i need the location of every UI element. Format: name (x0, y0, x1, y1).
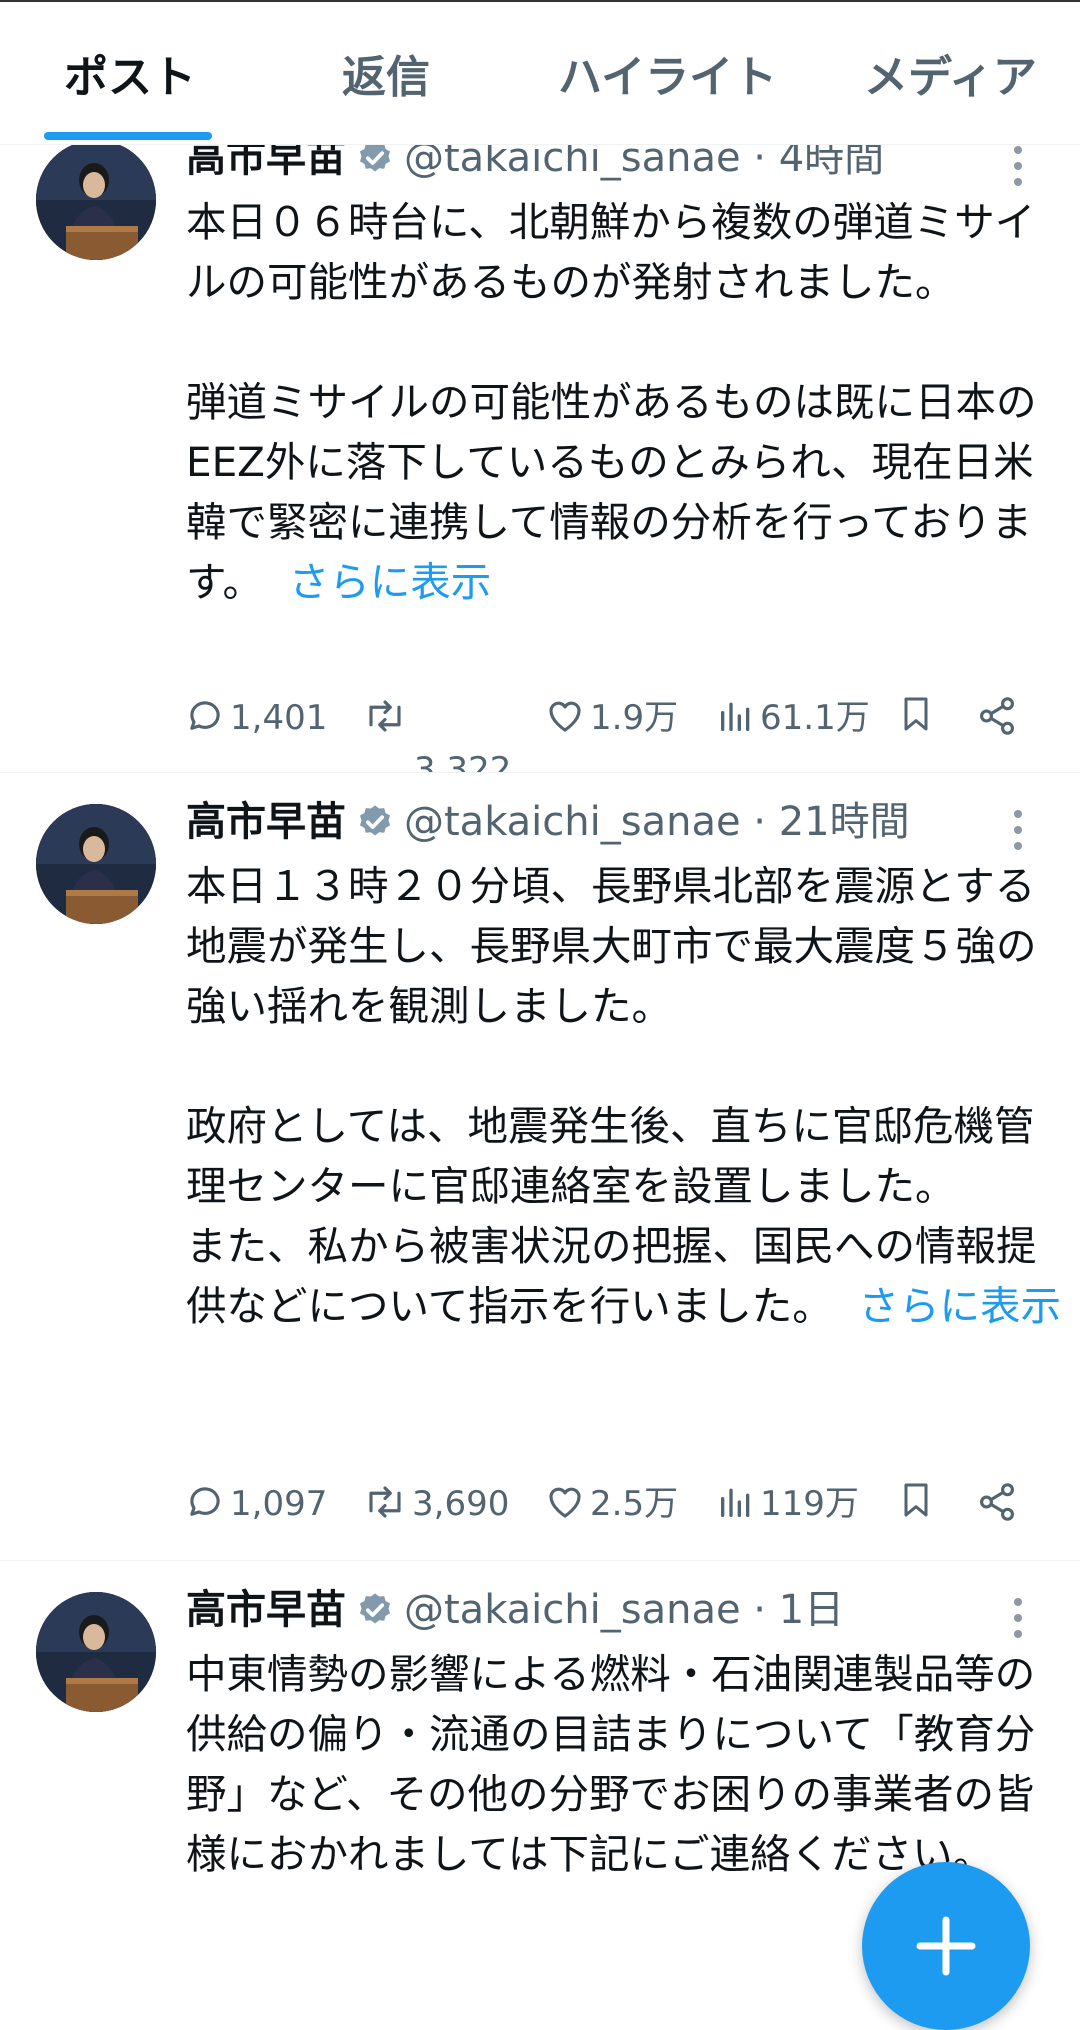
share-icon (980, 1483, 1014, 1521)
tab-replies[interactable]: 返信 (342, 48, 430, 108)
post-text: 本日１３時２０分頃、長野県北部を震源とする地震が発生し、長野県大町市で最大震度５… (186, 856, 1066, 1336)
share-button[interactable] (976, 1476, 1022, 1532)
reply-button[interactable]: 1,401 (184, 690, 327, 746)
views-button[interactable]: 119万 (716, 1476, 859, 1532)
show-more-link[interactable]: さらに表示 (289, 558, 492, 606)
share-icon (980, 697, 1014, 735)
view-count: 61.1万 (760, 698, 870, 738)
reply-count: 1,097 (230, 1484, 328, 1524)
separator-dot: · (740, 799, 779, 845)
retweet-icon (369, 700, 401, 732)
like-count: 2.5万 (590, 1484, 679, 1524)
post-text: 中東情勢の影響による燃料・石油関連製品等の供給の偏り・流通の目詰まりについて「教… (186, 1644, 1066, 1884)
retweet-button[interactable] (362, 690, 412, 746)
views-icon (721, 702, 750, 731)
status-divider (0, 0, 1080, 2)
post-actions: 1,401 1.9万 61.1万 (184, 690, 1064, 746)
author-avatar[interactable] (36, 804, 156, 924)
author-avatar[interactable] (36, 140, 156, 260)
author-name[interactable]: 高市早苗 (186, 799, 346, 845)
retweet-icon (369, 1486, 401, 1518)
views-button[interactable]: 61.1万 (716, 690, 870, 746)
author-handle: @takaichi_sanae (404, 799, 741, 845)
verified-badge-icon (356, 798, 394, 858)
views-icon (721, 1488, 750, 1517)
post-text: 本日０６時台に、北朝鮮から複数の弾道ミサイルの可能性があるものが発射されました。… (186, 192, 1066, 612)
like-button[interactable]: 2.5万 (544, 1476, 678, 1532)
view-count: 119万 (760, 1484, 859, 1524)
author-name[interactable]: 高市早苗 (186, 1587, 346, 1633)
tab-posts[interactable]: ポスト (64, 48, 196, 108)
post-text-content: 中東情勢の影響による燃料・石油関連製品等の供給の偏り・流通の目詰まりについて「教… (186, 1650, 1036, 1878)
post-text-content: 本日１３時２０分頃、長野県北部を震源とする地震が発生し、長野県大町市で最大震度５… (186, 862, 1037, 1330)
retweet-count: 3,322 (414, 750, 512, 773)
active-tab-indicator (44, 132, 212, 140)
verified-badge-icon (356, 1586, 394, 1646)
tab-highlights[interactable]: ハイライト (558, 48, 777, 108)
more-vertical-icon[interactable] (1006, 808, 1030, 852)
like-button[interactable]: 1.9万 (544, 690, 678, 746)
post-actions: 1,097 3,690 2.5万 119万 (184, 1476, 1064, 1532)
reply-button[interactable]: 1,097 (184, 1476, 327, 1532)
share-button[interactable] (976, 690, 1022, 746)
author-avatar[interactable] (36, 1592, 156, 1712)
retweet-button[interactable]: 3,690 (362, 1476, 509, 1532)
retweet-count: 3,690 (412, 1484, 510, 1524)
reply-count: 1,401 (230, 698, 328, 738)
post-time: 21時間 (778, 799, 910, 845)
post-header: 高市早苗 @takaichi_sanae · 1日 (186, 1580, 844, 1640)
bookmark-button[interactable] (896, 1476, 940, 1532)
post-card[interactable]: 高市早苗 @takaichi_sanae · 21時間 本日１３時２０分頃、長野県… (0, 772, 1080, 1561)
like-count: 1.9万 (590, 698, 679, 738)
plus-icon (916, 1916, 976, 1976)
post-text-content: 本日０６時台に、北朝鮮から複数の弾道ミサイルの可能性があるものが発射されました。… (186, 198, 1037, 606)
post-time: 1日 (778, 1587, 845, 1633)
more-vertical-icon[interactable] (1006, 1596, 1030, 1640)
bookmark-button[interactable] (896, 690, 940, 746)
reply-icon (190, 701, 220, 730)
bookmark-icon (904, 1483, 928, 1517)
separator-dot: · (740, 1587, 779, 1633)
profile-tab-bar: ポスト 返信 ハイライト メディア (0, 0, 1080, 145)
reply-icon (190, 1487, 220, 1516)
author-handle: @takaichi_sanae (404, 1587, 741, 1633)
post-header: 高市早苗 @takaichi_sanae · 21時間 (186, 792, 910, 852)
tab-media[interactable]: メディア (864, 48, 1037, 108)
show-more-link[interactable]: さらに表示 (859, 1282, 1062, 1330)
heart-icon (549, 701, 581, 732)
compose-button[interactable] (862, 1862, 1030, 2030)
more-vertical-icon[interactable] (1006, 144, 1030, 188)
post-card[interactable]: 高市早苗 @takaichi_sanae · 4時間 本日０６時台に、北朝鮮から複… (0, 100, 1080, 773)
heart-icon (549, 1487, 581, 1518)
bookmark-icon (904, 697, 928, 731)
